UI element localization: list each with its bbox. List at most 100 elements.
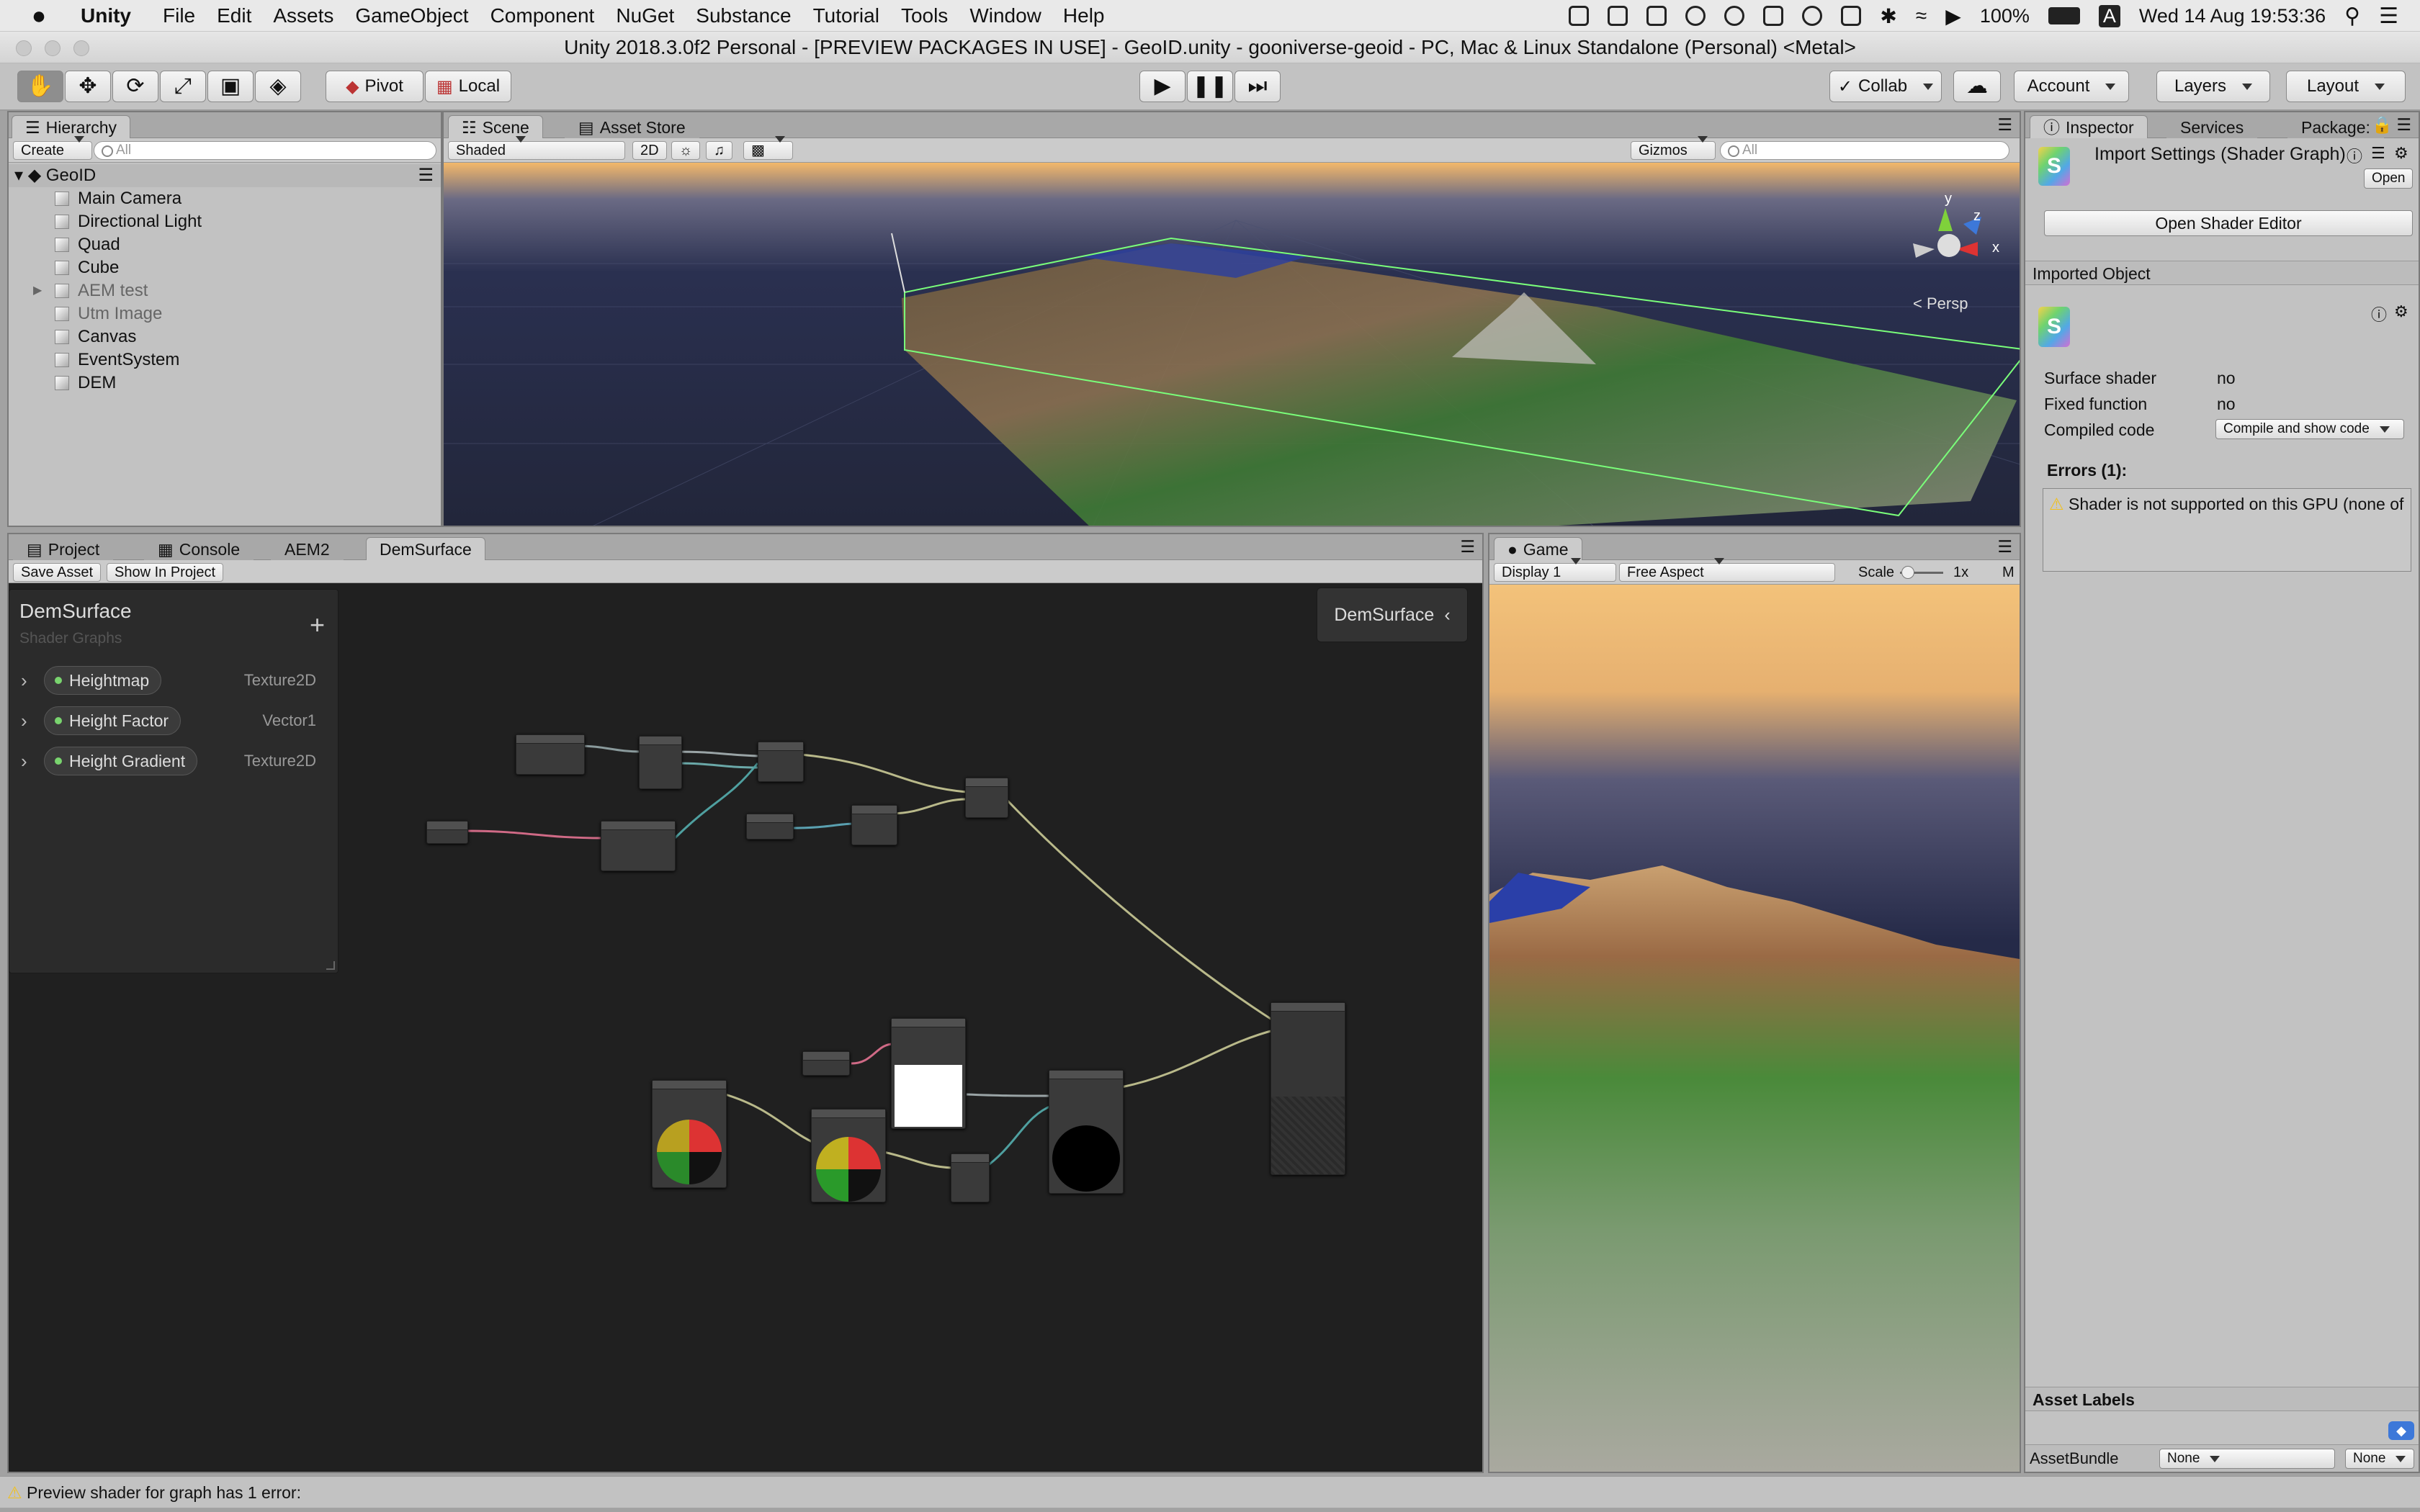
inspector-menu-icon[interactable]: ☰ [2396,115,2411,135]
audio-toggle[interactable]: ♫ [706,141,732,160]
transform-tool-button[interactable]: ◈ [255,71,301,102]
crop-icon[interactable] [1646,6,1667,26]
asset-bundle-variant-dropdown[interactable]: None [2345,1449,2414,1469]
node-multiply[interactable] [965,778,1008,818]
zoom-window-icon[interactable] [73,40,89,56]
accessibility-icon[interactable] [1802,6,1823,26]
node-lerp[interactable] [1049,1070,1124,1194]
step-button[interactable]: ⏭ [1234,71,1281,102]
tab-package[interactable]: Package: [2287,115,2384,138]
preset-icon[interactable]: ☰ [2371,144,2385,163]
tab-aem2[interactable]: AEM2 [271,537,344,560]
minimize-window-icon[interactable] [45,40,60,56]
node-combine[interactable] [758,742,804,782]
hierarchy-item[interactable]: Directional Light [9,210,202,233]
local-button[interactable]: ▦ Local [425,71,511,102]
hierarchy-item[interactable]: Cube [9,256,119,279]
tab-hierarchy[interactable]: ☰ Hierarchy [12,115,131,138]
help-icon[interactable]: ⓘ [2347,144,2362,167]
inspector-lock-icon[interactable]: 🔒 [2372,115,2393,135]
hierarchy-create-dropdown[interactable]: Create [13,141,93,160]
1password-icon[interactable] [1724,6,1745,26]
effects-dropdown[interactable]: ▩ [743,141,793,160]
menu-substance[interactable]: Substance [696,4,791,27]
dropbox-icon[interactable] [1685,6,1706,26]
node-pbr-master[interactable] [1270,1002,1345,1175]
lock-icon[interactable] [1763,6,1784,26]
node-vector3[interactable] [851,805,897,845]
scene-menu-icon[interactable]: ☰ [418,164,434,187]
input-source[interactable]: A [2098,4,2120,27]
bluetooth-icon[interactable]: ✱ [1880,4,1896,28]
menu-tutorial[interactable]: Tutorial [813,4,879,27]
node-position-preview[interactable] [652,1080,727,1188]
pivot-button[interactable]: ◆ Pivot [326,71,424,102]
layers-dropdown[interactable]: Layers [2156,71,2270,102]
tab-demsurface[interactable]: DemSurface [366,537,485,560]
menu-edit[interactable]: Edit [217,4,251,27]
status-bar[interactable]: ⚠ Preview shader for graph has 1 error: [0,1476,2420,1508]
close-window-icon[interactable] [16,40,32,56]
layout-dropdown[interactable]: Layout [2286,71,2406,102]
scene-panel-menu-icon[interactable]: ☰ [1997,115,2012,135]
rect-tool-button[interactable]: ▣ [207,71,254,102]
play-button[interactable]: ▶ [1139,71,1186,102]
tab-asset-store[interactable]: ▤ Asset Store [565,115,699,138]
node-split-2[interactable] [951,1153,990,1202]
gizmo-center[interactable] [1937,234,1960,257]
spotlight-icon[interactable]: ⚲ [2344,4,2360,29]
hierarchy-item[interactable]: ▶ AEM test [9,279,148,302]
clock[interactable]: Wed 14 Aug 19:53:36 [2139,5,2326,27]
tab-project[interactable]: ▤ Project [13,537,114,560]
shading-mode-dropdown[interactable]: Shaded [448,141,625,160]
hierarchy-item[interactable]: Canvas [9,325,136,348]
node-heightmap-property[interactable] [426,821,468,844]
menu-nuget[interactable]: NuGet [616,4,674,27]
2d-toggle[interactable]: 2D [632,141,667,160]
tab-game[interactable]: ● Game [1494,537,1582,560]
display-dropdown[interactable]: Display 1 [1494,563,1616,582]
move-tool-button[interactable]: ✥ [65,71,111,102]
volume-icon[interactable]: ▶ [1945,4,1961,28]
menu-window[interactable]: Window [969,4,1041,27]
gizmos-dropdown[interactable]: Gizmos [1631,141,1716,160]
scene-root-row[interactable]: ▾ ◆ GeoID ☰ [9,164,441,187]
battery-icon[interactable] [2048,7,2080,24]
menu-component[interactable]: Component [490,4,595,27]
show-in-project-button[interactable]: Show In Project [107,563,224,582]
settings-gear-icon[interactable]: ⚙ [2394,144,2408,163]
menu-tools[interactable]: Tools [901,4,948,27]
node-sample-texture-lod[interactable] [601,821,676,871]
asset-bundle-dropdown[interactable]: None [2159,1449,2335,1469]
imported-help-icon[interactable]: ⓘ [2371,302,2387,325]
compile-and-show-code-dropdown[interactable]: Compile and show code [2215,419,2404,439]
menu-help[interactable]: Help [1063,4,1105,27]
menu-assets[interactable]: Assets [273,4,333,27]
lighting-toggle[interactable]: ☼ [671,141,701,160]
hierarchy-item[interactable]: Utm Image [9,302,162,325]
expand-arrow-icon[interactable]: ▾ [14,166,23,185]
menu-app-name[interactable]: Unity [81,4,131,27]
imported-gear-icon[interactable]: ⚙ [2394,302,2408,321]
node-split[interactable] [639,736,682,789]
notification-center-icon[interactable]: ☰ [2379,4,2398,29]
send-icon[interactable] [1569,6,1590,26]
save-asset-button[interactable]: Save Asset [13,563,102,582]
bottom-panel-menu-icon[interactable]: ☰ [1460,537,1475,557]
node-position[interactable] [516,734,585,775]
maximize-on-play-button[interactable]: M [2002,564,2015,581]
open-button[interactable]: Open [2364,168,2414,189]
tab-services[interactable]: Services [2166,115,2258,138]
node-normalize[interactable] [811,1109,886,1202]
scene-search-input[interactable]: All [1720,141,2009,160]
persp-label[interactable]: < Persp [1913,294,1968,312]
tab-console[interactable]: ▦ Console [144,537,254,560]
scene-viewport[interactable]: y z x < Persp [444,163,2021,527]
hand-tool-button[interactable]: ✋ [17,71,63,102]
account-dropdown[interactable]: Account [2014,71,2129,102]
bolt-icon[interactable] [1841,6,1862,26]
asset-label-tag-icon[interactable]: ◆ [2388,1421,2414,1440]
wifi-icon[interactable]: ≈ [1916,4,1927,27]
hierarchy-item[interactable]: Main Camera [9,187,182,210]
collab-dropdown[interactable]: ✓ Collab [1829,71,1942,102]
